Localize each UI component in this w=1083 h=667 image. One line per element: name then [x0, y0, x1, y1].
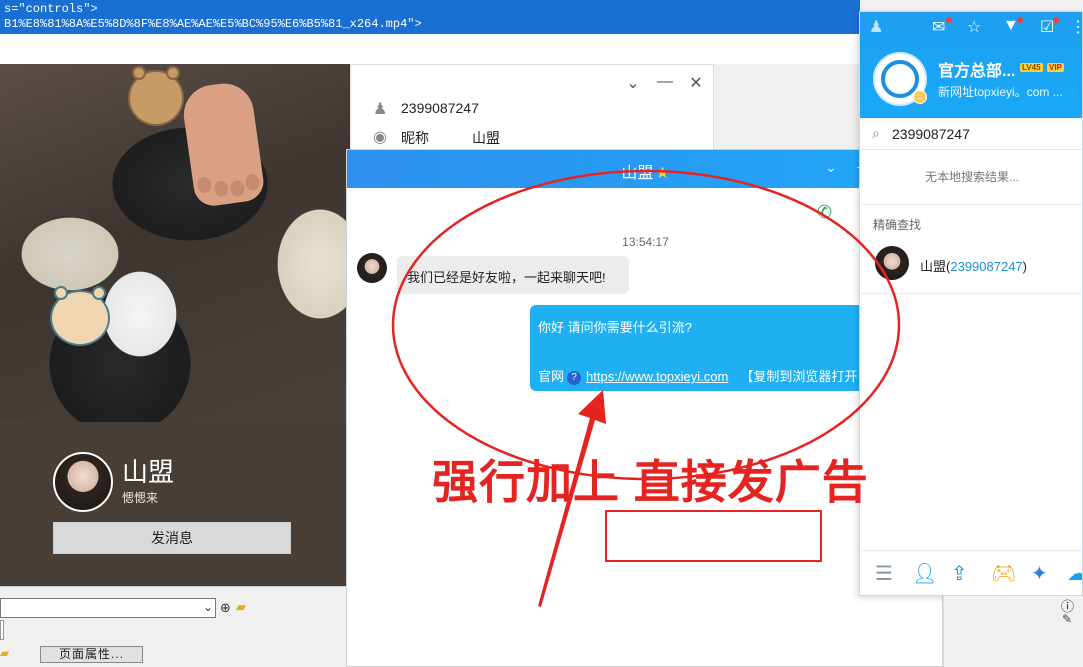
folder-icon[interactable]: ▰ [236, 599, 246, 615]
user-icon: ◉ [373, 129, 387, 146]
result-name: 山盟(2399087247) [920, 259, 1028, 274]
edit-icon[interactable]: ✎ [1062, 612, 1072, 626]
gamepad-icon[interactable]: ✦ [1031, 561, 1048, 586]
phone-icon[interactable]: ✆ [817, 202, 832, 223]
qq-main-panel: ♟ ✉ ☆ ▼ ☑ ⋮ = 官方总部... LV45 VIP 新网址topxie… [859, 11, 1083, 596]
profile-name: 山盟 [122, 457, 175, 487]
folder-icon-2[interactable]: ▰ [0, 646, 9, 660]
status-badge: = [913, 90, 927, 104]
level-badge: LV45 [1020, 63, 1043, 72]
profile-info-panel [0, 422, 346, 586]
exact-search-label: 精确查找 [873, 218, 922, 232]
penguin-icon: ♟ [373, 101, 388, 118]
profile-subtitle: 愢愢来 [122, 491, 159, 505]
mail-icon[interactable]: ✉ [932, 17, 945, 37]
minimize-icon[interactable]: — [655, 73, 675, 91]
search-input[interactable] [892, 124, 1077, 144]
send-message-button[interactable]: 发消息 [53, 522, 291, 554]
penguin-icon[interactable]: ♟ [869, 17, 883, 37]
message-timestamp: 13:54:17 [622, 235, 669, 249]
more-vertical-icon[interactable]: ⋮ [1070, 17, 1082, 37]
chat-title: 山盟 ★ [347, 159, 942, 183]
qq-signature: 新网址topxieyi。com ... [938, 85, 1063, 99]
page-properties-button[interactable]: 页面属性... [40, 646, 143, 663]
menu-icon[interactable]: ☰ [875, 561, 893, 586]
copy-hint: 【复制到浏览器打开 [740, 369, 858, 384]
chat-header: 山盟★ ⌄ — [347, 150, 942, 188]
upload-icon[interactable]: ⇪ [951, 561, 968, 586]
editor-blank-area [0, 34, 860, 64]
result-qq-number: 2399087247 [950, 259, 1023, 274]
nickname-label: 昵称 [401, 130, 429, 146]
website-label: 官网 [538, 369, 565, 384]
no-local-results-text: 无本地搜索结果... [924, 170, 1019, 184]
qq-panel-header: ♟ ✉ ☆ ▼ ☑ ⋮ = 官方总部... LV45 VIP 新网址topxie… [860, 12, 1082, 118]
qq-account-name: 官方总部... [938, 63, 1016, 80]
chat-window: 山盟★ ⌄ — ✆ 13:54:17 我们已经是好友啦，一起来聊天吧! 你好 请… [346, 149, 943, 667]
qq-account-avatar[interactable]: = [873, 52, 927, 106]
star-icon[interactable]: ☆ [967, 17, 981, 37]
qq-search-bar: ⌕ [860, 118, 1082, 150]
add-contact-icon[interactable]: 👤︎ [912, 561, 937, 586]
nickname-value: 山盟 [472, 130, 500, 146]
cloud-icon[interactable]: ☁ [1067, 561, 1082, 586]
contact-info-popup: ⌄ — ✕ ♟ 2399087247 ◉ 昵称 山盟 [350, 64, 714, 154]
divider [860, 293, 1082, 294]
qq-panel-footer: ☰ 👤︎ ⇪ 🎮︎ ✦ ☁ [860, 550, 1082, 595]
result-nickname: 山盟 [920, 259, 947, 274]
star-icon: ★ [655, 165, 670, 182]
question-icon: ? [567, 371, 582, 385]
chevron-down-icon[interactable]: ⌄ [623, 73, 643, 93]
properties-field[interactable] [0, 620, 4, 640]
code-line-2: B1%E8%81%8A%E5%8D%8F%E8%AE%AE%E5%BC%95%E… [4, 17, 422, 31]
target-icon[interactable]: ⊕ [220, 600, 231, 616]
profile-avatar[interactable] [53, 452, 113, 512]
close-icon[interactable]: ✕ [686, 73, 706, 93]
search-icon: ⌕ [872, 125, 880, 141]
sent-message-line-2: 官网? https://www.topxieyi.com 【复制到浏览器打开 [538, 366, 857, 385]
vip-badge: VIP [1047, 63, 1064, 72]
code-view-strip: s="controls"> B1%E8%81%8A%E5%8D%8F%E8%AE… [0, 0, 860, 34]
sent-message-line-1: 你好 请问你需要什么引流? [538, 320, 692, 335]
sender-avatar[interactable] [357, 253, 387, 283]
info-qq-number: 2399087247 [401, 100, 479, 116]
slipper-bear-decoration [128, 66, 184, 126]
search-result-row[interactable]: 山盟(2399087247) [860, 240, 1082, 290]
game-center-icon[interactable]: 🎮︎ [991, 561, 1016, 586]
foot-image [179, 79, 267, 209]
profile-cover-photo: 👍︎ 206985 [0, 64, 350, 422]
properties-dropdown[interactable]: ⌄ [0, 598, 216, 618]
slipper-bear-decoration-2 [50, 286, 110, 346]
chat-title-text: 山盟 [621, 165, 654, 182]
chevron-down-icon: ⌄ [202, 600, 213, 614]
code-line-1: s="controls"> [4, 2, 98, 16]
chevron-down-icon[interactable]: ⌄ [825, 159, 837, 176]
divider [860, 204, 1082, 205]
result-avatar [875, 246, 909, 280]
annotation-text: 强行加上 直接发广告 [432, 456, 869, 508]
website-link[interactable]: https://www.topxieyi.com [586, 369, 728, 384]
received-message-bubble: 我们已经是好友啦，一起来聊天吧! [397, 256, 629, 294]
